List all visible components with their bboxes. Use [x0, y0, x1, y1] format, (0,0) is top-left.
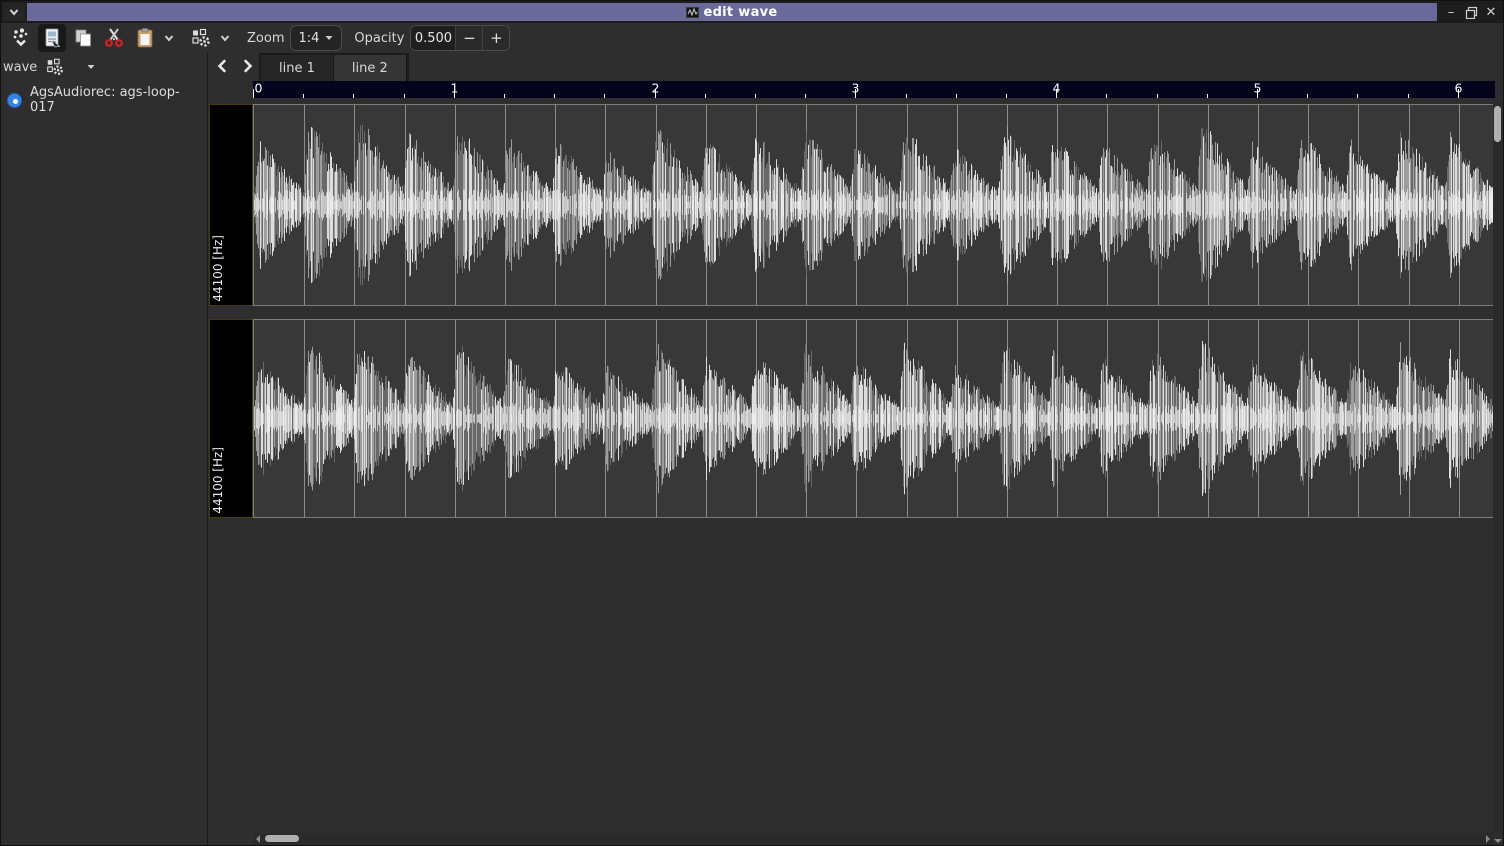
channel-2-samplerate-label: 44100 [Hz] [211, 447, 225, 514]
paste-menu-button[interactable] [159, 24, 179, 52]
chevron-down-icon [324, 33, 334, 43]
svg-text:4: 4 [1053, 81, 1061, 96]
horizontal-scrollbar[interactable] [253, 833, 1493, 844]
line-tabbar: line 1line 2 [259, 53, 409, 81]
scroll-right-arrow-icon[interactable] [1486, 835, 1490, 843]
prev-line-button[interactable] [211, 55, 233, 77]
edit-tool-button[interactable] [38, 24, 66, 52]
chevron-left-icon [215, 59, 229, 73]
position-tool-icon [10, 27, 32, 49]
tab-line-1[interactable]: line 1 [261, 55, 334, 81]
opacity-decrease-button[interactable]: − [455, 26, 482, 50]
opacity-increase-button[interactable]: + [482, 26, 509, 50]
wave-header: wave [1, 53, 207, 81]
titlebar-row: edit wave – ✕ [1, 1, 1503, 23]
window-controls: – ✕ [1441, 3, 1501, 21]
cut-button[interactable] [100, 24, 128, 52]
svg-text:1: 1 [451, 81, 459, 96]
minimize-button[interactable]: – [1441, 3, 1461, 21]
svg-text:3: 3 [852, 81, 860, 96]
tab-line-2[interactable]: line 2 [334, 55, 407, 81]
zoom-value: 1:4 [298, 31, 319, 46]
svg-text:5: 5 [1254, 81, 1262, 96]
window-menu-button[interactable] [3, 3, 25, 21]
line-nav [211, 55, 259, 77]
channel-2-wave-canvas[interactable] [253, 319, 1495, 518]
next-line-button[interactable] [237, 55, 259, 77]
chevron-down-icon [219, 32, 231, 44]
tool-menu-button[interactable] [215, 24, 235, 52]
sidebar-divider [207, 53, 208, 845]
zoom-combobox[interactable]: 1:4 [290, 25, 342, 51]
horizontal-scrollbar-thumb[interactable] [265, 835, 299, 842]
scroll-left-arrow-icon[interactable] [256, 835, 260, 843]
channel-1-samplerate-label: 44100 [Hz] [211, 235, 225, 302]
wave-tool-icon[interactable] [45, 57, 65, 77]
paste-button[interactable] [131, 24, 159, 52]
opacity-label: Opacity [354, 31, 404, 46]
scroll-down-arrow-icon[interactable] [1494, 839, 1502, 843]
vertical-scrollbar-thumb[interactable] [1494, 106, 1501, 142]
window-title: edit wave [703, 5, 777, 20]
vertical-scrollbar[interactable] [1493, 101, 1502, 833]
svg-text:6: 6 [1455, 81, 1463, 96]
chevron-down-icon [8, 6, 20, 18]
restore-icon [1465, 6, 1478, 19]
close-button[interactable]: ✕ [1481, 3, 1501, 21]
chevron-right-icon [241, 59, 255, 73]
svg-text:0: 0 [255, 81, 263, 96]
app-icon [686, 6, 699, 19]
position-tool-button[interactable] [7, 24, 35, 52]
copy-button[interactable] [69, 24, 97, 52]
paste-clipboard-icon [134, 27, 156, 49]
maximize-button[interactable] [1461, 3, 1481, 21]
copy-icon [72, 27, 94, 49]
select-tool-button[interactable] [187, 24, 215, 52]
channel-1-label-strip: 44100 [Hz] [209, 104, 253, 306]
svg-text:2: 2 [652, 81, 660, 96]
wave-header-label: wave [3, 60, 37, 75]
opacity-input[interactable] [411, 26, 455, 50]
zoom-label: Zoom [247, 31, 284, 46]
channel-2-label-strip: 44100 [Hz] [209, 319, 253, 518]
timeline-ruler: 0 1 2 3 4 5 6 [253, 81, 1495, 98]
toolbar: Zoom 1:4 Opacity − + [1, 23, 1503, 53]
machine-label: AgsAudiorec: ags-loop-017 [30, 85, 201, 115]
sidebar: wave AgsAudiorec: ags-loop-017 [1, 53, 207, 845]
titlebar[interactable]: edit wave [27, 3, 1437, 21]
chevron-down-icon [163, 32, 175, 44]
select-tool-icon [190, 27, 212, 49]
machine-radio-button[interactable] [7, 93, 22, 108]
edit-wave-window: edit wave – ✕ [0, 0, 1504, 846]
machine-radio-row[interactable]: AgsAudiorec: ags-loop-017 [1, 81, 207, 119]
wave-menu-chevron-icon[interactable] [85, 61, 97, 73]
cut-scissors-icon [103, 27, 125, 49]
opacity-spinbutton: − + [410, 25, 510, 51]
edit-tool-icon [41, 27, 63, 49]
channel-1-wave-canvas[interactable] [253, 104, 1495, 306]
